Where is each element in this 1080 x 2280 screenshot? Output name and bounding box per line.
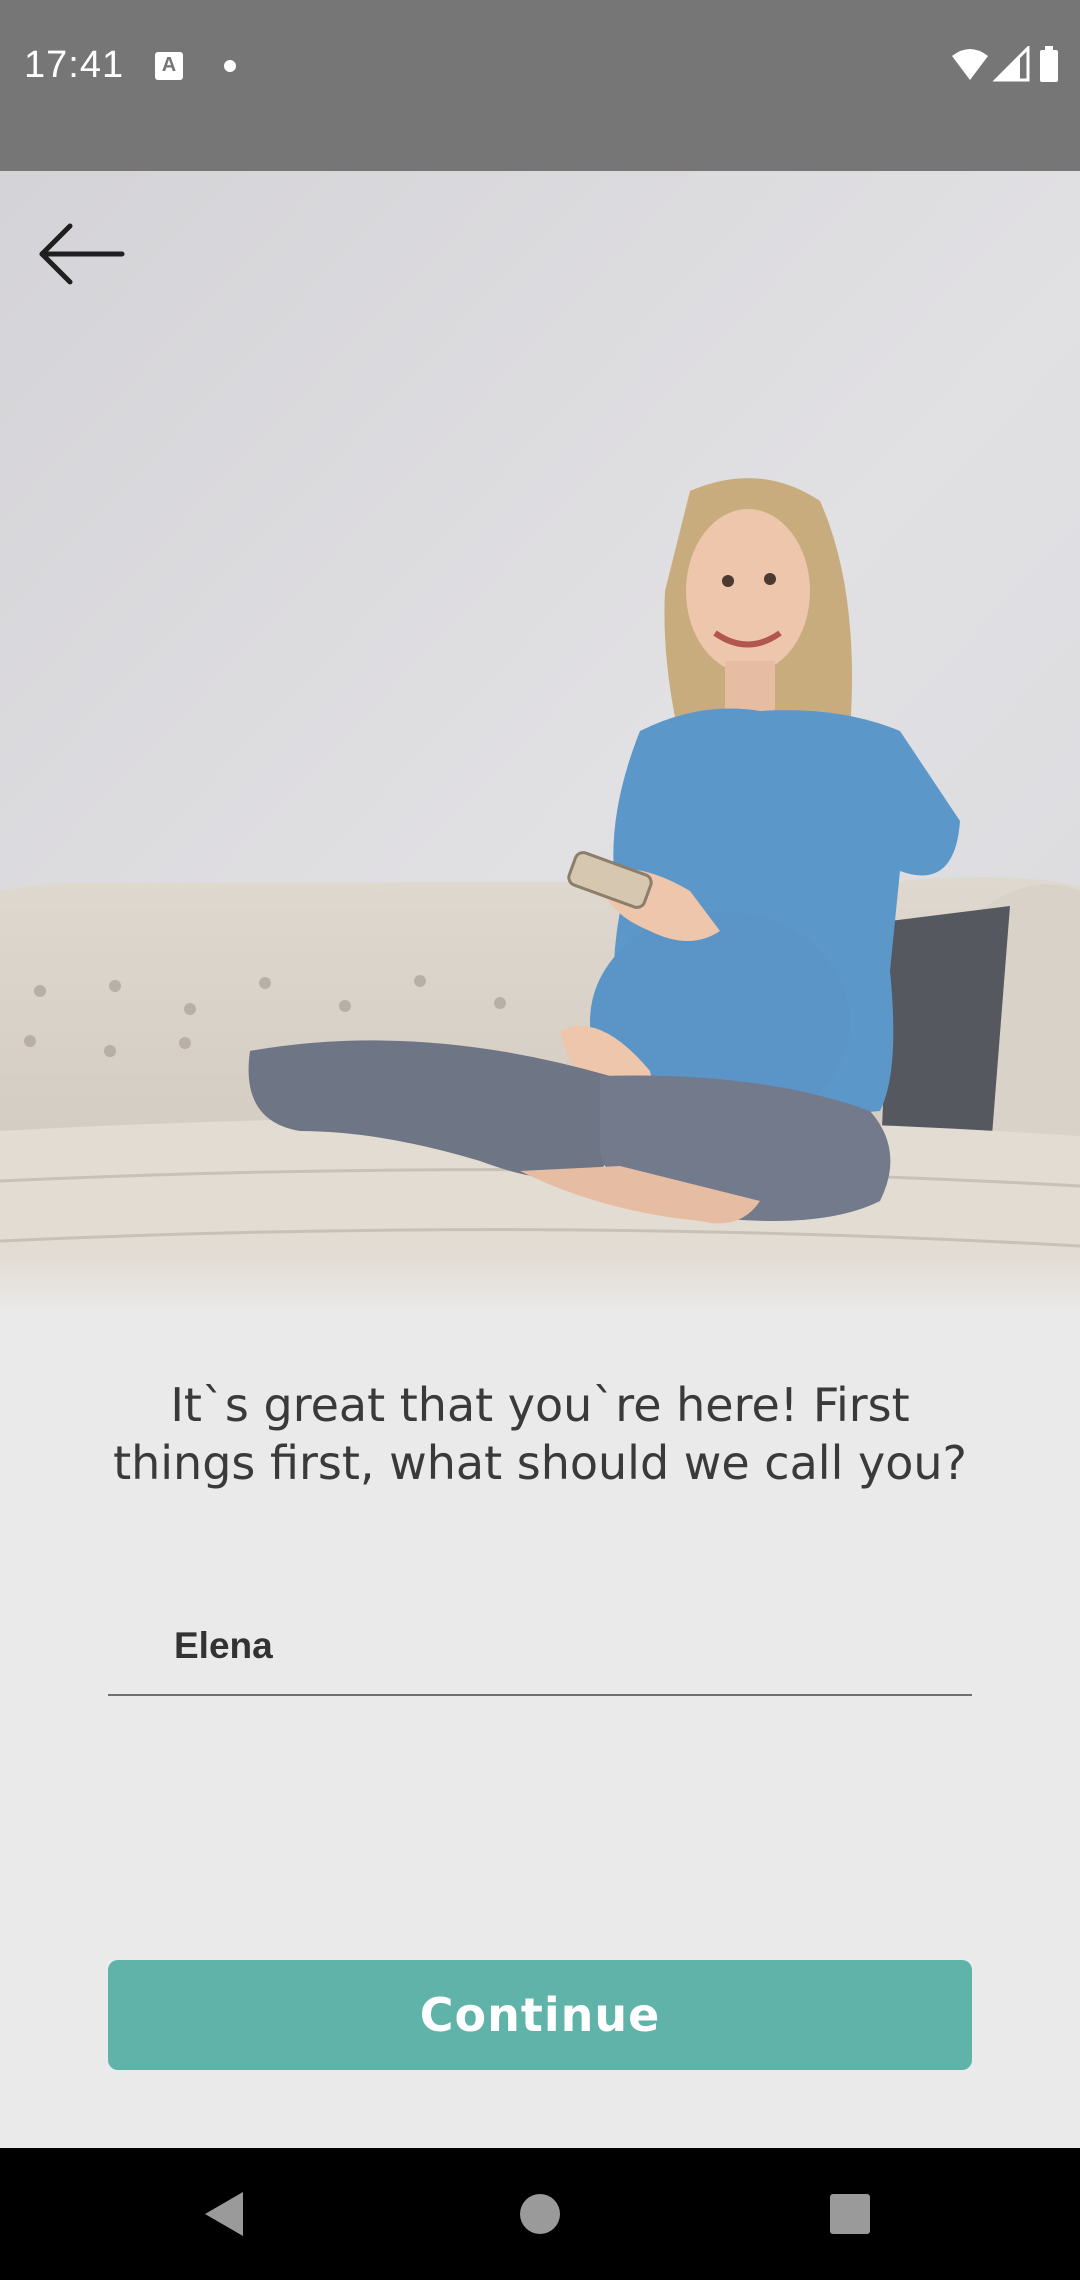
system-nav-bar xyxy=(0,2148,1080,2280)
onboarding-screen: 17:41 A It`s great that you`re here! Fir… xyxy=(0,0,1080,2280)
status-bar: 17:41 A xyxy=(0,0,1080,171)
a-notification-icon: A xyxy=(155,52,183,80)
status-right-icons xyxy=(952,46,1058,82)
dot-icon xyxy=(224,60,236,72)
arrow-left-icon xyxy=(39,223,125,285)
status-time: 17:41 xyxy=(24,44,125,86)
wifi-icon xyxy=(952,49,988,80)
hero-photo xyxy=(0,171,1080,1316)
back-button[interactable] xyxy=(30,214,130,294)
name-field xyxy=(108,1600,972,1696)
battery-icon xyxy=(1040,50,1058,82)
home-circle-icon[interactable] xyxy=(500,2174,580,2254)
recents-square-icon[interactable] xyxy=(810,2174,890,2254)
page-title: It`s great that you`re here! First thing… xyxy=(113,1378,967,1490)
continue-button[interactable]: Continue xyxy=(108,1960,972,2070)
back-triangle-icon[interactable] xyxy=(185,2174,265,2254)
name-input[interactable] xyxy=(108,1600,972,1692)
